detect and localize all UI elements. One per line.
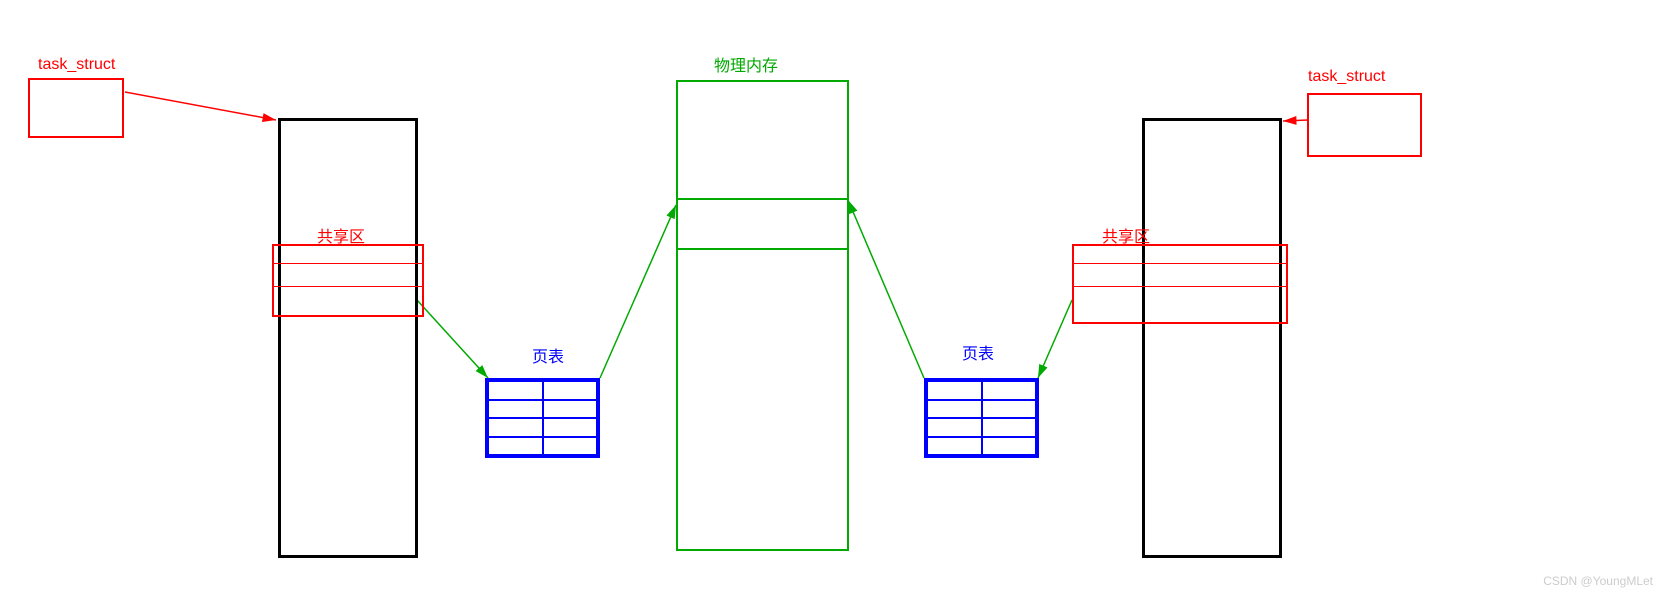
left-process-column (278, 118, 418, 558)
watermark: CSDN @YoungMLet (1543, 574, 1653, 588)
task-struct-left-label: task_struct (38, 56, 115, 74)
task-struct-right-label: task_struct (1308, 68, 1385, 86)
right-process-column (1142, 118, 1282, 558)
page-table-left-label: 页表 (532, 343, 564, 367)
page-table-right-label: 页表 (962, 340, 994, 364)
physical-memory-label: 物理内存 (714, 52, 778, 76)
right-shared-box (1072, 244, 1288, 324)
task-struct-left-box (28, 78, 124, 138)
page-table-right (924, 378, 1039, 458)
left-shared-box (272, 244, 424, 317)
task-struct-right-box (1307, 93, 1422, 157)
page-table-left (485, 378, 600, 458)
physical-memory-box (676, 80, 849, 551)
